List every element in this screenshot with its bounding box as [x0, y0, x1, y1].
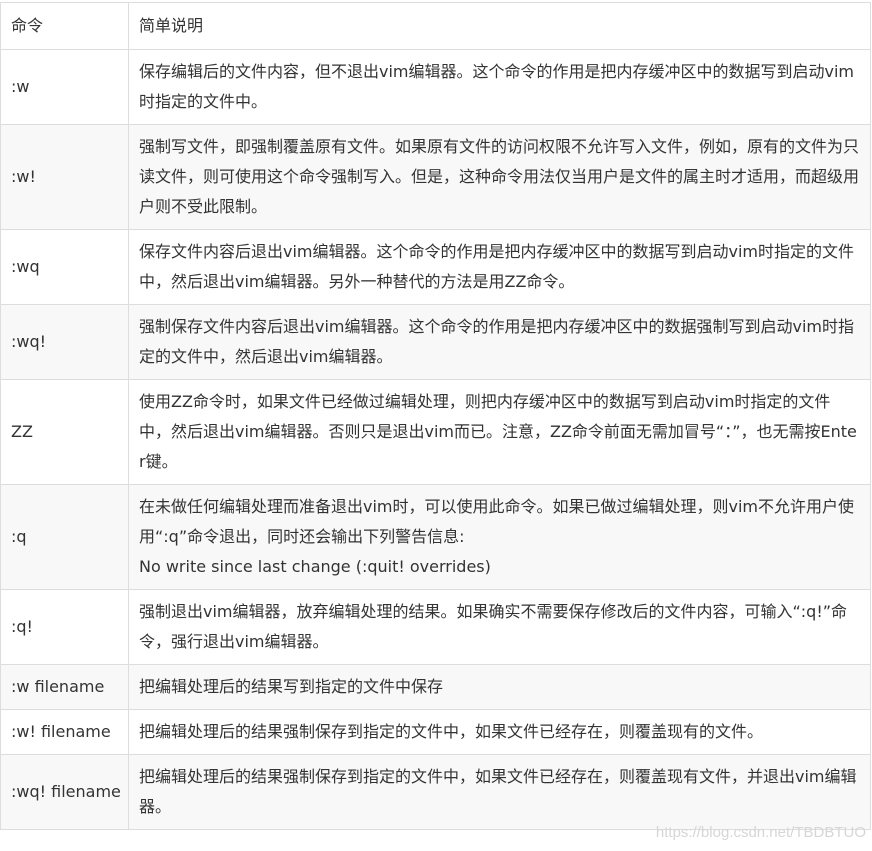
table-row: :wq! 强制保存文件内容后退出vim编辑器。这个命令的作用是把内存缓冲区中的数…: [0, 304, 871, 380]
table-row: :w! filename 把编辑处理后的结果强制保存到指定的文件中，如果文件已经…: [0, 709, 871, 755]
header-description: 简单说明: [128, 2, 871, 50]
command-cell: ZZ: [0, 379, 129, 485]
command-cell: :w!: [0, 124, 129, 230]
command-cell: :wq! filename: [0, 754, 129, 830]
description-cell: 把编辑处理后的结果强制保存到指定的文件中，如果文件已经存在，则覆盖现有文件，并退…: [128, 754, 871, 830]
command-cell: :q: [0, 484, 129, 590]
table-row: :w filename 把编辑处理后的结果写到指定的文件中保存: [0, 664, 871, 710]
table-row: :w 保存编辑后的文件内容，但不退出vim编辑器。这个命令的作用是把内存缓冲区中…: [0, 49, 871, 125]
table-row: :wq 保存文件内容后退出vim编辑器。这个命令的作用是把内存缓冲区中的数据写到…: [0, 229, 871, 305]
command-cell: :w: [0, 49, 129, 125]
command-cell: :wq: [0, 229, 129, 305]
table-row: :w! 强制写文件，即强制覆盖原有文件。如果原有文件的访问权限不允许写入文件，例…: [0, 124, 871, 230]
table-row: :q! 强制退出vim编辑器，放弃编辑处理的结果。如果确实不需要保存修改后的文件…: [0, 589, 871, 665]
command-cell: :wq!: [0, 304, 129, 380]
table-row: ZZ 使用ZZ命令时，如果文件已经做过编辑处理，则把内存缓冲区中的数据写到启动v…: [0, 379, 871, 485]
description-cell: 把编辑处理后的结果强制保存到指定的文件中，如果文件已经存在，则覆盖现有的文件。: [128, 709, 871, 755]
table-header-row: 命令 简单说明: [0, 2, 871, 50]
table-row: :q 在未做任何编辑处理而准备退出vim时，可以使用此命令。如果已做过编辑处理，…: [0, 484, 871, 590]
vim-command-table: 命令 简单说明 :w 保存编辑后的文件内容，但不退出vim编辑器。这个命令的作用…: [0, 2, 871, 830]
description-cell: 强制退出vim编辑器，放弃编辑处理的结果。如果确实不需要保存修改后的文件内容，可…: [128, 589, 871, 665]
description-cell: 强制写文件，即强制覆盖原有文件。如果原有文件的访问权限不允许写入文件，例如，原有…: [128, 124, 871, 230]
description-text: 在未做任何编辑处理而准备退出vim时，可以使用此命令。如果已做过编辑处理，则vi…: [139, 497, 855, 546]
description-cell: 强制保存文件内容后退出vim编辑器。这个命令的作用是把内存缓冲区中的数据强制写到…: [128, 304, 871, 380]
command-cell: :w filename: [0, 664, 129, 710]
table-row: :wq! filename 把编辑处理后的结果强制保存到指定的文件中，如果文件已…: [0, 754, 871, 830]
command-cell: :w! filename: [0, 709, 129, 755]
description-cell: 保存文件内容后退出vim编辑器。这个命令的作用是把内存缓冲区中的数据写到启动vi…: [128, 229, 871, 305]
description-cell: 把编辑处理后的结果写到指定的文件中保存: [128, 664, 871, 710]
warning-message-text: No write since last change (:quit! overr…: [139, 557, 491, 576]
description-cell: 在未做任何编辑处理而准备退出vim时，可以使用此命令。如果已做过编辑处理，则vi…: [128, 484, 871, 590]
description-cell: 保存编辑后的文件内容，但不退出vim编辑器。这个命令的作用是把内存缓冲区中的数据…: [128, 49, 871, 125]
header-command: 命令: [0, 2, 129, 50]
command-cell: :q!: [0, 589, 129, 665]
description-cell: 使用ZZ命令时，如果文件已经做过编辑处理，则把内存缓冲区中的数据写到启动vim时…: [128, 379, 871, 485]
